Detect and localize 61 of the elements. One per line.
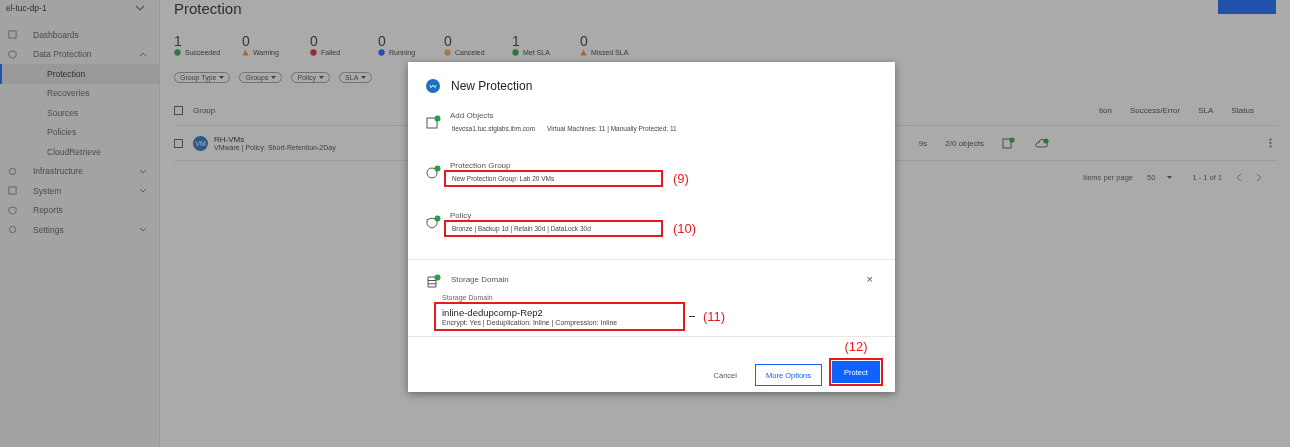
caret-icon	[219, 76, 225, 79]
section-title: Add Objects	[450, 111, 495, 120]
section-title: Protection Group	[450, 161, 512, 170]
section-title: Policy	[450, 211, 473, 220]
sidebar-item[interactable]: Dashboards	[0, 25, 159, 45]
group-name[interactable]: RH-VMs	[214, 135, 336, 144]
checkbox[interactable]	[174, 138, 183, 148]
stat-count: 0	[580, 34, 589, 48]
column-header: Group	[193, 105, 216, 115]
stat-count: 0	[444, 34, 453, 48]
next-icon[interactable]	[1256, 173, 1262, 182]
stat-count: 1	[512, 34, 521, 48]
shield-icon	[8, 49, 17, 59]
sidebar-item[interactable]: Protection	[0, 64, 159, 84]
page-title: Protection	[174, 0, 242, 18]
sidebar-item[interactable]: Recoveries	[0, 83, 159, 103]
caret-icon	[1167, 176, 1173, 179]
previous-icon[interactable]	[1236, 173, 1242, 182]
caret-icon	[361, 76, 367, 79]
sidebar-item[interactable]: Sources	[0, 103, 159, 123]
callout-label: (11)	[703, 309, 726, 324]
status-icon	[310, 49, 317, 56]
sidebar-item[interactable]: Infrastructure	[0, 161, 159, 181]
checkbox[interactable]	[174, 105, 183, 115]
status-icon	[512, 49, 519, 56]
clipboard-check-icon	[1002, 137, 1015, 149]
callout-label: (10)	[673, 221, 697, 236]
caret-icon	[271, 76, 277, 79]
warning-icon	[242, 49, 249, 56]
stat-count: 0	[378, 34, 387, 48]
stat-count: 1	[174, 34, 183, 48]
stat-count: 0	[310, 34, 319, 48]
cluster-name: el-tuc-dp-1	[6, 3, 47, 13]
section-title: Storage Domain	[451, 274, 510, 284]
dialog-title: New Protection	[451, 79, 533, 93]
sidebar-item[interactable]: Settings	[0, 220, 159, 240]
status-icon	[444, 49, 451, 56]
sidebar-item[interactable]: Reports	[0, 200, 159, 220]
dialog-icon	[426, 79, 440, 93]
callout-label: (9)	[673, 171, 689, 186]
chevron-icon[interactable]	[135, 5, 145, 11]
dashboard-icon	[8, 30, 17, 40]
sidebar-item[interactable]: Policies	[0, 122, 159, 142]
caret-icon	[319, 76, 325, 79]
column-header: Status	[1231, 105, 1254, 115]
sidebar-item[interactable]: System	[0, 181, 159, 201]
overflow-menu-icon[interactable]	[1269, 138, 1272, 148]
table-cell: 2/0 objects	[945, 138, 984, 148]
status-icon	[174, 49, 181, 56]
column-header: tion	[1099, 105, 1112, 115]
stat-count: 0	[242, 34, 251, 48]
column-header: Success/Error	[1129, 105, 1181, 115]
status-icon	[378, 49, 385, 56]
warning-icon	[580, 49, 587, 56]
table-cell: 9s	[918, 138, 928, 148]
callout-label: (12)	[844, 338, 868, 354]
sidebar-item[interactable]: Data Protection	[0, 44, 159, 64]
column-header: SLA	[1198, 105, 1214, 115]
close-button[interactable]: ×	[866, 273, 873, 285]
sidebar-item[interactable]: CloudRetrieve	[0, 142, 159, 162]
cloud-check-icon	[1035, 138, 1049, 148]
